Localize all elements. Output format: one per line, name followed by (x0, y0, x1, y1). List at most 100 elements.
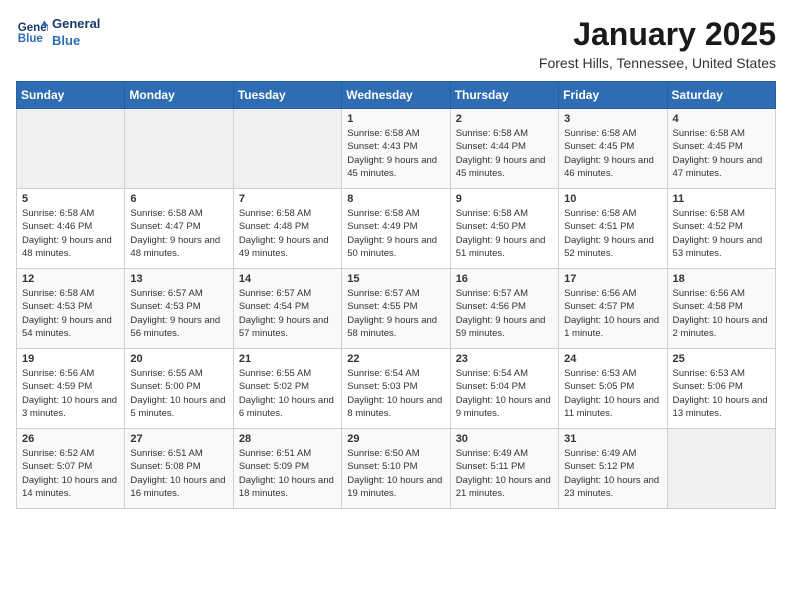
day-number: 3 (564, 113, 661, 125)
day-number: 30 (456, 433, 553, 445)
day-info: Sunrise: 6:56 AMSunset: 4:59 PMDaylight:… (22, 367, 119, 420)
day-info: Sunrise: 6:57 AMSunset: 4:54 PMDaylight:… (239, 287, 336, 340)
calendar-cell: 31 Sunrise: 6:49 AMSunset: 5:12 PMDayligh… (559, 429, 667, 509)
day-info: Sunrise: 6:57 AMSunset: 4:55 PMDaylight:… (347, 287, 444, 340)
weekday-header-tuesday: Tuesday (233, 82, 341, 109)
day-number: 29 (347, 433, 444, 445)
calendar-cell: 17 Sunrise: 6:56 AMSunset: 4:57 PMDayligh… (559, 269, 667, 349)
day-number: 2 (456, 113, 553, 125)
day-number: 27 (130, 433, 227, 445)
calendar-cell (233, 109, 341, 189)
day-info: Sunrise: 6:51 AMSunset: 5:09 PMDaylight:… (239, 447, 336, 500)
day-info: Sunrise: 6:58 AMSunset: 4:52 PMDaylight:… (673, 207, 770, 260)
day-info: Sunrise: 6:54 AMSunset: 5:04 PMDaylight:… (456, 367, 553, 420)
day-info: Sunrise: 6:50 AMSunset: 5:10 PMDaylight:… (347, 447, 444, 500)
weekday-header-wednesday: Wednesday (342, 82, 450, 109)
day-info: Sunrise: 6:58 AMSunset: 4:46 PMDaylight:… (22, 207, 119, 260)
calendar-cell: 8Sunrise: 6:58 AMSunset: 4:49 PMDaylight… (342, 189, 450, 269)
day-info: Sunrise: 6:58 AMSunset: 4:44 PMDaylight:… (456, 127, 553, 180)
weekday-header-sunday: Sunday (17, 82, 125, 109)
day-info: Sunrise: 6:58 AMSunset: 4:48 PMDaylight:… (239, 207, 336, 260)
day-number: 13 (130, 273, 227, 285)
day-info: Sunrise: 6:56 AMSunset: 4:58 PMDaylight:… (673, 287, 770, 340)
day-info: Sunrise: 6:54 AMSunset: 5:03 PMDaylight:… (347, 367, 444, 420)
month-title: January 2025 (539, 16, 776, 53)
day-number: 6 (130, 193, 227, 205)
day-info: Sunrise: 6:55 AMSunset: 5:02 PMDaylight:… (239, 367, 336, 420)
calendar-week-3: 12Sunrise: 6:58 AMSunset: 4:53 PMDayligh… (17, 269, 776, 349)
day-number: 31 (564, 433, 661, 445)
calendar-cell: 6 Sunrise: 6:58 AMSunset: 4:47 PMDaylight… (125, 189, 233, 269)
day-number: 26 (22, 433, 119, 445)
calendar-table: SundayMondayTuesdayWednesdayThursdayFrid… (16, 81, 776, 509)
day-info: Sunrise: 6:53 AMSunset: 5:05 PMDaylight:… (564, 367, 661, 420)
location-title: Forest Hills, Tennessee, United States (539, 55, 776, 71)
day-number: 14 (239, 273, 336, 285)
weekday-header-thursday: Thursday (450, 82, 558, 109)
calendar-cell: 22 Sunrise: 6:54 AMSunset: 5:03 PMDayligh… (342, 349, 450, 429)
calendar-cell: 11 Sunrise: 6:58 AMSunset: 4:52 PMDayligh… (667, 189, 775, 269)
day-number: 11 (673, 193, 770, 205)
weekday-header-friday: Friday (559, 82, 667, 109)
day-number: 18 (673, 273, 770, 285)
day-info: Sunrise: 6:57 AMSunset: 4:53 PMDaylight:… (130, 287, 227, 340)
day-info: Sunrise: 6:49 AMSunset: 5:11 PMDaylight:… (456, 447, 553, 500)
calendar-cell: 29 Sunrise: 6:50 AMSunset: 5:10 PMDayligh… (342, 429, 450, 509)
day-number: 28 (239, 433, 336, 445)
calendar-cell: 16Sunrise: 6:57 AMSunset: 4:56 PMDayligh… (450, 269, 558, 349)
calendar-cell: 7 Sunrise: 6:58 AMSunset: 4:48 PMDaylight… (233, 189, 341, 269)
calendar-cell: 27 Sunrise: 6:51 AMSunset: 5:08 PMDayligh… (125, 429, 233, 509)
calendar-week-2: 5 Sunrise: 6:58 AMSunset: 4:46 PMDaylight… (17, 189, 776, 269)
calendar-cell: 3 Sunrise: 6:58 AMSunset: 4:45 PMDaylight… (559, 109, 667, 189)
calendar-cell: 18 Sunrise: 6:56 AMSunset: 4:58 PMDayligh… (667, 269, 775, 349)
day-info: Sunrise: 6:52 AMSunset: 5:07 PMDaylight:… (22, 447, 119, 500)
calendar-cell: 26 Sunrise: 6:52 AMSunset: 5:07 PMDayligh… (17, 429, 125, 509)
day-number: 4 (673, 113, 770, 125)
day-number: 19 (22, 353, 119, 365)
day-number: 17 (564, 273, 661, 285)
calendar-cell: 5 Sunrise: 6:58 AMSunset: 4:46 PMDaylight… (17, 189, 125, 269)
day-info: Sunrise: 6:56 AMSunset: 4:57 PMDaylight:… (564, 287, 661, 340)
logo-text-blue: Blue (52, 33, 100, 50)
calendar-cell: 12Sunrise: 6:58 AMSunset: 4:53 PMDayligh… (17, 269, 125, 349)
day-number: 24 (564, 353, 661, 365)
day-number: 7 (239, 193, 336, 205)
calendar-cell: 20 Sunrise: 6:55 AMSunset: 5:00 PMDayligh… (125, 349, 233, 429)
day-info: Sunrise: 6:49 AMSunset: 5:12 PMDaylight:… (564, 447, 661, 500)
calendar-cell: 25 Sunrise: 6:53 AMSunset: 5:06 PMDayligh… (667, 349, 775, 429)
day-info: Sunrise: 6:58 AMSunset: 4:45 PMDaylight:… (673, 127, 770, 180)
day-info: Sunrise: 6:58 AMSunset: 4:43 PMDaylight:… (347, 127, 444, 180)
calendar-cell: 23Sunrise: 6:54 AMSunset: 5:04 PMDayligh… (450, 349, 558, 429)
page-header: General Blue General Blue January 2025 F… (16, 16, 776, 71)
calendar-cell: 14 Sunrise: 6:57 AMSunset: 4:54 PMDayligh… (233, 269, 341, 349)
day-number: 9 (456, 193, 553, 205)
calendar-cell: 4 Sunrise: 6:58 AMSunset: 4:45 PMDaylight… (667, 109, 775, 189)
weekday-header-row: SundayMondayTuesdayWednesdayThursdayFrid… (17, 82, 776, 109)
calendar-cell: 19 Sunrise: 6:56 AMSunset: 4:59 PMDayligh… (17, 349, 125, 429)
day-info: Sunrise: 6:55 AMSunset: 5:00 PMDaylight:… (130, 367, 227, 420)
calendar-cell: 9Sunrise: 6:58 AMSunset: 4:50 PMDaylight… (450, 189, 558, 269)
logo: General Blue General Blue (16, 16, 100, 50)
calendar-cell: 24 Sunrise: 6:53 AMSunset: 5:05 PMDayligh… (559, 349, 667, 429)
calendar-cell (667, 429, 775, 509)
day-info: Sunrise: 6:58 AMSunset: 4:45 PMDaylight:… (564, 127, 661, 180)
calendar-cell: 13 Sunrise: 6:57 AMSunset: 4:53 PMDayligh… (125, 269, 233, 349)
day-number: 21 (239, 353, 336, 365)
title-area: January 2025 Forest Hills, Tennessee, Un… (539, 16, 776, 71)
day-info: Sunrise: 6:58 AMSunset: 4:53 PMDaylight:… (22, 287, 119, 340)
day-number: 20 (130, 353, 227, 365)
calendar-week-5: 26 Sunrise: 6:52 AMSunset: 5:07 PMDayligh… (17, 429, 776, 509)
calendar-week-1: 1Sunrise: 6:58 AMSunset: 4:43 PMDaylight… (17, 109, 776, 189)
calendar-cell (17, 109, 125, 189)
day-number: 25 (673, 353, 770, 365)
calendar-cell: 10Sunrise: 6:58 AMSunset: 4:51 PMDayligh… (559, 189, 667, 269)
calendar-cell (125, 109, 233, 189)
day-info: Sunrise: 6:51 AMSunset: 5:08 PMDaylight:… (130, 447, 227, 500)
weekday-header-saturday: Saturday (667, 82, 775, 109)
day-info: Sunrise: 6:58 AMSunset: 4:47 PMDaylight:… (130, 207, 227, 260)
day-number: 22 (347, 353, 444, 365)
weekday-header-monday: Monday (125, 82, 233, 109)
day-info: Sunrise: 6:53 AMSunset: 5:06 PMDaylight:… (673, 367, 770, 420)
svg-text:Blue: Blue (18, 33, 44, 45)
day-number: 5 (22, 193, 119, 205)
